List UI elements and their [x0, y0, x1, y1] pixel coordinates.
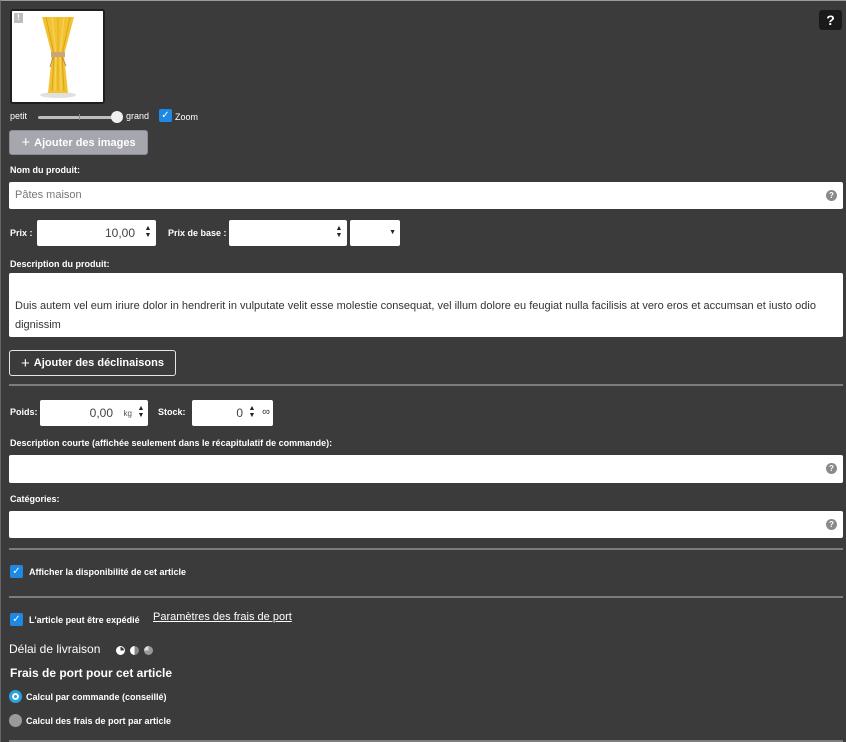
slider-tick	[79, 114, 80, 120]
base-price-input[interactable]: ▲ ▼	[229, 220, 347, 246]
stock-spinner-icon[interactable]: ▲ ▼	[248, 405, 256, 419]
delay-short-icon[interactable]	[116, 645, 125, 655]
price-value: 10,00	[104, 226, 135, 240]
weight-value: 0,00	[89, 406, 113, 420]
description-label: Description du produit:	[10, 259, 110, 269]
image-size-slider[interactable]	[38, 116, 118, 119]
delay-long-icon[interactable]	[143, 645, 153, 655]
stock-label: Stock:	[158, 407, 186, 417]
weight-spinner-icon[interactable]: ▲ ▼	[137, 405, 145, 419]
per-article-radio[interactable]	[9, 714, 22, 727]
add-images-button[interactable]: + Ajouter des images	[9, 130, 148, 155]
weight-label: Poids:	[10, 407, 38, 417]
section-divider	[9, 548, 843, 550]
section-divider	[9, 596, 843, 598]
shipping-fees-heading: Frais de port pour cet article	[10, 666, 173, 680]
price-input[interactable]: 10,00 ▲ ▼	[37, 220, 156, 246]
help-icon[interactable]: ?	[826, 190, 837, 201]
image-warning-badge: !	[14, 13, 23, 23]
categories-input[interactable]: ?	[9, 511, 843, 538]
help-icon[interactable]: ?	[826, 519, 837, 530]
short-description-input[interactable]: ?	[9, 455, 843, 483]
base-price-spinner-icon[interactable]: ▲ ▼	[335, 225, 343, 239]
plus-icon: +	[21, 134, 31, 151]
can-ship-label: L'article peut être expédié	[29, 615, 140, 625]
plus-icon: +	[21, 354, 30, 372]
add-variants-button[interactable]: + Ajouter des déclinaisons	[9, 350, 176, 376]
availability-checkbox[interactable]: ✓	[10, 565, 23, 578]
delivery-delay-label: Délai de livraison	[9, 642, 101, 656]
delay-medium-icon[interactable]	[129, 645, 139, 655]
zoom-label: Zoom	[175, 112, 199, 122]
per-article-label: Calcul des frais de port par article	[26, 716, 172, 726]
weight-unit: kg	[123, 409, 132, 418]
base-price-label: Prix de base :	[168, 228, 227, 238]
add-variants-label: Ajouter des déclinaisons	[33, 357, 164, 369]
per-order-label: Calcul par commande (conseillé)	[26, 692, 167, 702]
product-image-thumbnail[interactable]: !	[10, 9, 105, 104]
dropdown-caret-icon: ▼	[389, 229, 396, 236]
help-button[interactable]: ?	[819, 10, 842, 30]
stock-value: 0	[236, 406, 243, 420]
price-label: Prix :	[10, 228, 33, 238]
product-name-label: Nom du produit:	[10, 165, 80, 175]
can-ship-checkbox[interactable]: ✓	[10, 613, 23, 626]
size-large-label: grand	[126, 111, 150, 121]
delivery-delay-selector[interactable]	[116, 645, 155, 656]
product-editor-panel: ? ! petit grand ✓ Zoom + Ajouter des ima…	[0, 0, 846, 742]
short-description-label: Description courte (affichée seulement d…	[10, 438, 333, 448]
stock-input[interactable]: 0 ▲ ▼ ∞	[192, 400, 273, 426]
availability-label: Afficher la disponibilité de cet article	[29, 567, 187, 577]
unit-select[interactable]: ▼	[350, 220, 400, 246]
price-spinner-icon[interactable]: ▲ ▼	[144, 225, 152, 239]
slider-handle[interactable]	[111, 111, 123, 123]
infinity-toggle[interactable]: ∞	[262, 406, 270, 418]
product-name-input[interactable]: Pâtes maison ?	[9, 182, 843, 209]
pasta-image	[12, 11, 103, 102]
section-divider	[9, 384, 843, 386]
description-text: Duis autem vel eum iriure dolor in hendr…	[15, 300, 816, 331]
shipping-settings-link[interactable]: Paramètres des frais de port	[153, 611, 292, 623]
categories-label: Catégories:	[10, 494, 60, 504]
weight-input[interactable]: 0,00 kg ▲ ▼	[40, 400, 148, 426]
product-name-placeholder: Pâtes maison	[15, 189, 82, 201]
zoom-checkbox[interactable]: ✓	[159, 109, 172, 122]
help-icon[interactable]: ?	[826, 463, 837, 474]
description-editor[interactable]: Duis autem vel eum iriure dolor in hendr…	[9, 273, 843, 337]
per-order-radio[interactable]	[9, 690, 22, 703]
size-small-label: petit	[10, 111, 28, 121]
add-images-label: Ajouter des images	[34, 136, 136, 149]
